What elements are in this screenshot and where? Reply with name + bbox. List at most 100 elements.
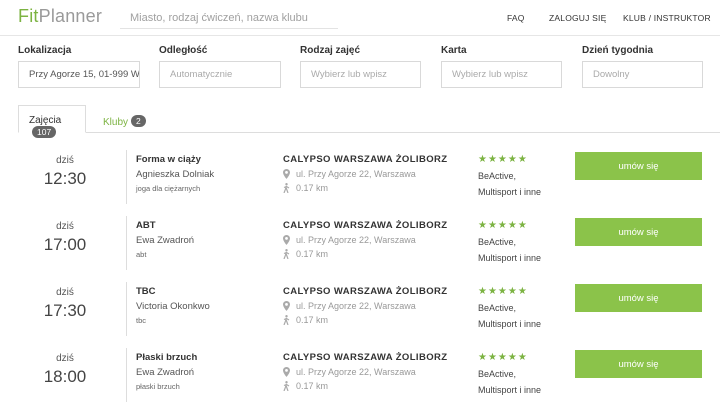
map-pin-icon xyxy=(283,235,290,245)
star-rating-icon: ★★★★★ xyxy=(478,286,528,297)
tab-clubs[interactable]: Kluby 2 xyxy=(92,105,157,133)
class-info: Forma w ciąży Agnieszka Dolniak joga dla… xyxy=(136,154,214,193)
club-distance-text: 0.17 km xyxy=(296,183,329,193)
instructor-name[interactable]: Ewa Zwadroń xyxy=(136,235,194,246)
count-badge: 107 xyxy=(32,126,57,138)
map-pin-icon xyxy=(283,169,290,179)
row-divider xyxy=(126,150,127,204)
class-type-input[interactable] xyxy=(300,61,421,88)
card-line-2: Multisport i inne xyxy=(478,385,542,395)
map-pin-icon xyxy=(283,301,290,311)
card-label: Karta xyxy=(441,45,467,56)
club-name[interactable]: CALYPSO WARSZAWA ŻOLIBORZ xyxy=(283,220,447,231)
tab-classes[interactable]: Zajęcia107 xyxy=(18,105,86,138)
club-distance: 0.17 km xyxy=(283,183,447,193)
club-distance: 0.17 km xyxy=(283,381,447,391)
rating-cards: ★★★★★ BeActive, Multisport i inne xyxy=(478,154,541,200)
card-line-1: BeActive, xyxy=(478,237,517,247)
distance-label: Odległość xyxy=(159,45,208,56)
class-row: dziś 17:30 TBC Victoria Okonkwo tbc CALY… xyxy=(0,282,720,348)
walking-icon xyxy=(283,249,290,259)
row-divider xyxy=(126,216,127,270)
nav-login-link[interactable]: ZALOGUJ SIĘ xyxy=(549,13,606,23)
instructor-name[interactable]: Victoria Okonkwo xyxy=(136,301,210,312)
class-time: 18:00 xyxy=(43,367,87,386)
card-input[interactable] xyxy=(441,61,562,88)
card-line-2: Multisport i inne xyxy=(478,319,542,329)
class-day: dziś xyxy=(56,155,74,166)
row-divider xyxy=(126,282,127,336)
class-name[interactable]: ABT xyxy=(136,220,194,231)
accepted-cards: BeActive, Multisport i inne xyxy=(478,300,541,332)
class-name[interactable]: Płaski brzuch xyxy=(136,352,197,363)
logo[interactable]: FitPlanner xyxy=(18,6,102,27)
club-info: CALYPSO WARSZAWA ŻOLIBORZ ul. Przy Agorz… xyxy=(283,352,447,391)
card-line-2: Multisport i inne xyxy=(478,253,542,263)
class-day: dziś xyxy=(56,353,74,364)
club-address: ul. Przy Agorze 22, Warszawa xyxy=(283,301,447,311)
instructor-name[interactable]: Agnieszka Dolniak xyxy=(136,169,214,180)
weekday-label: Dzień tygodnia xyxy=(582,45,654,56)
class-name[interactable]: Forma w ciąży xyxy=(136,154,214,165)
location-label: Lokalizacja xyxy=(18,45,72,56)
accepted-cards: BeActive, Multisport i inne xyxy=(478,234,541,266)
star-rating-icon: ★★★★★ xyxy=(478,220,528,231)
count-badge: 2 xyxy=(131,115,146,127)
class-time: 17:00 xyxy=(43,235,87,254)
location-input[interactable] xyxy=(18,61,140,88)
weekday-input[interactable] xyxy=(582,61,703,88)
club-address: ul. Przy Agorze 22, Warszawa xyxy=(283,367,447,377)
class-name[interactable]: TBC xyxy=(136,286,210,297)
class-type: tbc xyxy=(136,316,147,325)
class-row: dziś 18:00 Płaski brzuch Ewa Zwadroń pła… xyxy=(0,348,720,414)
class-info: ABT Ewa Zwadroń abt xyxy=(136,220,194,259)
class-time: 12:30 xyxy=(43,169,87,188)
book-button[interactable]: umów się xyxy=(575,152,702,180)
rating-cards: ★★★★★ BeActive, Multisport i inne xyxy=(478,352,541,398)
club-address-text: ul. Przy Agorze 22, Warszawa xyxy=(296,367,416,377)
search-input[interactable] xyxy=(120,7,338,29)
club-distance-text: 0.17 km xyxy=(296,381,329,391)
class-row: dziś 17:00 ABT Ewa Zwadroń abt CALYPSO W… xyxy=(0,216,720,282)
club-address-text: ul. Przy Agorze 22, Warszawa xyxy=(296,301,416,311)
book-button[interactable]: umów się xyxy=(575,284,702,312)
card-line-1: BeActive, xyxy=(478,171,517,181)
class-day: dziś xyxy=(56,287,74,298)
club-info: CALYPSO WARSZAWA ŻOLIBORZ ul. Przy Agorz… xyxy=(283,286,447,325)
book-button[interactable]: umów się xyxy=(575,218,702,246)
book-button[interactable]: umów się xyxy=(575,350,702,378)
nav-club-instructor-link[interactable]: KLUB / INSTRUKTOR xyxy=(623,13,711,23)
top-bar: FitPlanner FAQ ZALOGUJ SIĘ KLUB / INSTRU… xyxy=(0,0,720,36)
class-type: płaski brzuch xyxy=(136,382,180,391)
class-type: joga dla ciężarnych xyxy=(136,184,201,193)
club-distance: 0.17 km xyxy=(283,315,447,325)
walking-icon xyxy=(283,183,290,193)
club-address: ul. Przy Agorze 22, Warszawa xyxy=(283,169,447,179)
card-line-2: Multisport i inne xyxy=(478,187,542,197)
class-type: abt xyxy=(136,250,147,259)
club-info: CALYPSO WARSZAWA ŻOLIBORZ ul. Przy Agorz… xyxy=(283,154,447,193)
nav-faq-link[interactable]: FAQ xyxy=(507,13,525,23)
club-distance-text: 0.17 km xyxy=(296,249,329,259)
star-rating-icon: ★★★★★ xyxy=(478,352,528,363)
club-address: ul. Przy Agorze 22, Warszawa xyxy=(283,235,447,245)
club-name[interactable]: CALYPSO WARSZAWA ŻOLIBORZ xyxy=(283,286,447,297)
club-name[interactable]: CALYPSO WARSZAWA ŻOLIBORZ xyxy=(283,154,447,165)
club-distance: 0.17 km xyxy=(283,249,447,259)
walking-icon xyxy=(283,315,290,325)
class-when: dziś 18:00 xyxy=(30,353,100,387)
distance-input[interactable] xyxy=(159,61,281,88)
results-tabs: Zajęcia107 Kluby 2 xyxy=(0,105,720,138)
card-line-1: BeActive, xyxy=(478,303,517,313)
instructor-name[interactable]: Ewa Zwadroń xyxy=(136,367,197,378)
class-info: Płaski brzuch Ewa Zwadroń płaski brzuch xyxy=(136,352,197,391)
club-address-text: ul. Przy Agorze 22, Warszawa xyxy=(296,235,416,245)
club-info: CALYPSO WARSZAWA ŻOLIBORZ ul. Przy Agorz… xyxy=(283,220,447,259)
row-divider xyxy=(126,348,127,402)
class-when: dziś 12:30 xyxy=(30,155,100,189)
class-type-label: Rodzaj zajęć xyxy=(300,45,361,56)
class-time: 17:30 xyxy=(43,301,87,320)
club-name[interactable]: CALYPSO WARSZAWA ŻOLIBORZ xyxy=(283,352,447,363)
class-day: dziś xyxy=(56,221,74,232)
rating-cards: ★★★★★ BeActive, Multisport i inne xyxy=(478,220,541,266)
